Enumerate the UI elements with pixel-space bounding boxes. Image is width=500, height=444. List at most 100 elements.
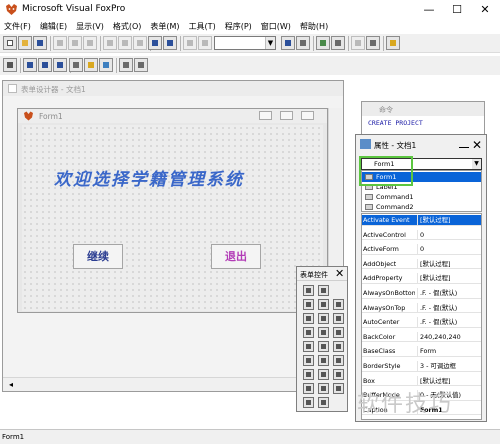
form-maximize-icon[interactable] [280,111,293,120]
scroll-left-icon[interactable]: ◂ [9,380,13,389]
property-row[interactable]: Box [默认过程] [362,375,481,387]
maximize-button[interactable]: ☐ [443,0,471,20]
menu-edit[interactable]: 编辑(E) [36,20,72,33]
checkbox-tool-icon[interactable] [303,327,314,338]
close-icon[interactable]: ✕ [472,138,482,152]
new-file-icon[interactable] [3,36,17,50]
pageframe-tool-icon[interactable] [318,355,329,366]
cut-icon[interactable] [103,36,117,50]
shape-tool-icon[interactable] [333,369,344,380]
command-button-tool-icon[interactable] [303,313,314,324]
data-environment-icon[interactable] [23,58,37,72]
property-row[interactable]: AddObject [默认过程] [362,258,481,270]
grid-tool-icon[interactable] [318,341,329,352]
command-group-tool-icon[interactable] [318,313,329,324]
spinner-tool-icon[interactable] [303,341,314,352]
chevron-down-icon[interactable]: ▼ [265,37,275,49]
property-value[interactable]: Form [417,346,481,356]
pointer-tool-icon[interactable] [303,285,314,296]
line-tool-icon[interactable] [318,369,329,380]
label-tool-icon[interactable] [303,299,314,310]
textbox-tool-icon[interactable] [318,299,329,310]
toolbar-combo[interactable]: ▼ [214,36,276,50]
menu-format[interactable]: 格式(O) [109,20,147,33]
form1-window[interactable]: Form1 欢迎选择学籍管理系统 继续 退出 [17,108,328,313]
properties-window-icon[interactable] [38,58,52,72]
report-wizard-icon[interactable] [351,36,365,50]
redo-icon[interactable] [163,36,177,50]
layout-toolbar-icon[interactable] [99,58,113,72]
menu-program[interactable]: 程序(P) [221,20,257,33]
command-text[interactable]: CREATE PROJECT [368,119,423,127]
ole-bound-tool-icon[interactable] [303,369,314,380]
property-row[interactable]: AddProperty [默认过程] [362,273,481,284]
property-row[interactable]: ActiveControl 0 [362,229,481,241]
paste-icon[interactable] [133,36,147,50]
menu-view[interactable]: 显示(V) [72,20,109,33]
database-icon[interactable] [281,36,295,50]
form-wizard-icon[interactable] [331,36,345,50]
property-row[interactable]: AlwaysOnTop .F. - 假(默认) [362,302,481,314]
copy-icon[interactable] [118,36,132,50]
menu-tools[interactable]: 工具(T) [185,20,221,33]
property-row[interactable]: BackColor 240,240,240 [362,331,481,343]
code-window-icon[interactable] [53,58,67,72]
data-session-icon[interactable] [316,36,330,50]
help-icon[interactable] [386,36,400,50]
color-palette-icon[interactable] [84,58,98,72]
print-icon[interactable] [53,36,67,50]
continue-button[interactable]: 继续 [73,244,123,269]
property-row[interactable]: BaseClass Form [362,346,481,357]
form-controls-toolbar-icon[interactable] [69,58,83,72]
container-tool-icon[interactable] [303,383,314,394]
property-row[interactable]: AlwaysOnBottom .F. - 假(默认) [362,288,481,299]
property-value[interactable]: 0 [417,229,481,240]
property-value[interactable]: [默认过程] [417,215,481,225]
save-icon[interactable] [33,36,47,50]
ole-container-tool-icon[interactable] [333,355,344,366]
property-value[interactable]: [默认过程] [417,273,481,283]
hyperlink-tool-icon[interactable] [333,383,344,394]
run-icon[interactable] [183,36,197,50]
editbox-tool-icon[interactable] [333,299,344,310]
menu-help[interactable]: 帮助(H) [296,20,333,33]
property-row[interactable]: ActiveForm 0 [362,244,481,255]
form-minimize-icon[interactable] [259,111,272,120]
minimize-button[interactable]: — [415,0,443,20]
property-value[interactable]: [默认过程] [417,375,481,386]
close-icon[interactable]: ✕ [335,267,344,280]
property-value[interactable]: .F. - 假(默认) [417,302,481,313]
open-folder-icon[interactable] [18,36,32,50]
property-value[interactable]: 3 - 可调边框 [417,361,481,371]
undo-icon[interactable] [148,36,162,50]
combobox-tool-icon[interactable] [318,327,329,338]
close-button[interactable]: ✕ [471,0,499,20]
listbox-tool-icon[interactable] [333,327,344,338]
form-canvas[interactable]: 欢迎选择学籍管理系统 继续 退出 [22,125,323,311]
autoform-icon[interactable] [366,36,380,50]
spell-check-icon[interactable] [83,36,97,50]
button-lock-icon[interactable] [318,397,329,408]
print-preview-icon[interactable] [68,36,82,50]
property-row[interactable]: Activate Event [默认过程] [362,215,481,226]
object-item-command2[interactable]: Command2 [362,202,481,212]
menu-form[interactable]: 表单(M) [146,20,184,33]
property-value[interactable]: .F. - 假(默认) [417,288,481,298]
minimize-icon[interactable] [459,138,469,148]
property-row[interactable]: AutoCenter .F. - 假(默认) [362,317,481,328]
form-close-icon[interactable] [301,111,314,120]
exit-button[interactable]: 退出 [211,244,261,269]
property-value[interactable]: 240,240,240 [417,331,481,342]
autoformat-icon[interactable] [134,58,148,72]
modify-form-icon[interactable] [198,36,212,50]
timer-tool-icon[interactable] [303,355,314,366]
option-group-tool-icon[interactable] [333,313,344,324]
property-value[interactable]: [默认过程] [417,258,481,269]
form-builder-icon[interactable] [119,58,133,72]
builder-lock-icon[interactable] [303,397,314,408]
object-item-command1[interactable]: Command1 [362,192,481,202]
menu-file[interactable]: 文件(F) [0,20,36,33]
image-tool-icon[interactable] [333,341,344,352]
welcome-label[interactable]: 欢迎选择学籍管理系统 [54,165,324,190]
command-window-icon[interactable] [296,36,310,50]
